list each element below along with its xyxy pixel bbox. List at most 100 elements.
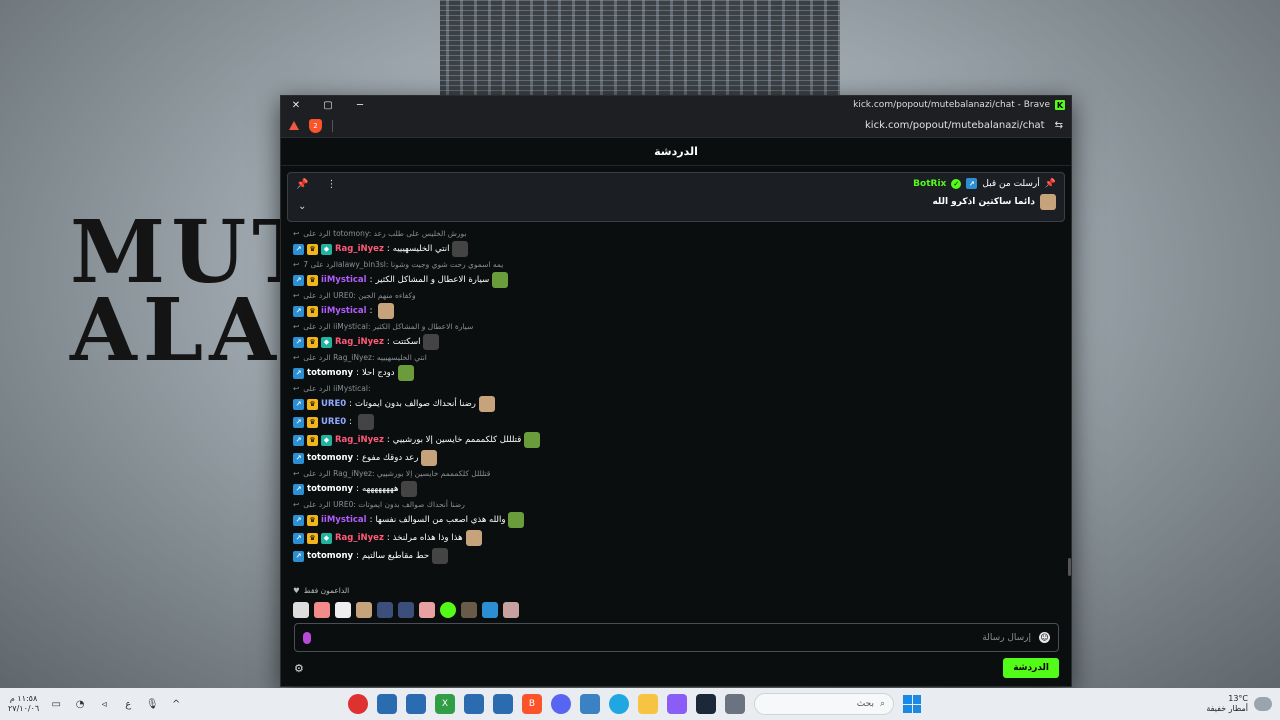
emote-image[interactable] — [461, 602, 477, 618]
language-indicator[interactable]: ع — [121, 697, 135, 711]
reply-context[interactable]: ↩ الرد على URE0: وكفاءه منهم الجين — [293, 289, 1053, 302]
chat-header: الدردشة — [281, 138, 1071, 166]
message-input-placeholder[interactable]: إرسال رسالة — [311, 633, 1039, 643]
chat-message[interactable]: ↗ ♛ iiMystical: والله هذي اصعب من السوالف ن… — [293, 511, 1053, 529]
brave-rewards-icon[interactable] — [289, 121, 299, 130]
app-icon[interactable] — [377, 694, 397, 714]
reply-context[interactable]: ↩ الرد على iiMystical: — [293, 382, 1053, 395]
supporters-label: الداعمون فقط — [303, 586, 350, 595]
reply-icon: ↩ — [293, 384, 300, 393]
emote-image[interactable] — [335, 602, 351, 618]
clock-date: ٢٧/١٠/٠٦ — [8, 704, 40, 713]
unpin-icon[interactable]: 📌 — [296, 179, 308, 190]
bot-badge-icon: ↗ — [966, 178, 978, 189]
emote-image[interactable] — [398, 602, 414, 618]
microphone-icon[interactable]: 🎙 — [145, 697, 159, 711]
chat-username[interactable]: Rag_iNyez — [335, 533, 384, 543]
reply-context[interactable]: ↩ الرد على iiMystical: سيارة الاعطال و ال… — [293, 320, 1053, 333]
microphone-icon[interactable] — [303, 631, 311, 644]
app-icon[interactable] — [406, 694, 426, 714]
app-icon[interactable] — [667, 694, 687, 714]
chat-message[interactable]: ↗ ♛ iiMystical: — [293, 302, 1053, 320]
chat-message[interactable]: ↗ ♛ ◆ Rag_iNyez: قتلللل كلكمممم خايسين إلا ب… — [293, 431, 1053, 449]
maximize-icon[interactable]: ▢ — [321, 98, 335, 112]
wifi-icon[interactable]: ◔ — [73, 697, 87, 711]
clock-time: ١١:٥٨ م — [9, 694, 38, 703]
brave-shield-icon[interactable]: 2 — [309, 118, 322, 133]
xbox-icon[interactable]: X — [435, 694, 455, 714]
site-settings-icon[interactable]: ⇆ — [1055, 120, 1063, 131]
battery-icon[interactable]: ▭ — [49, 697, 63, 711]
chat-username[interactable]: totomony — [307, 551, 353, 561]
chat-username[interactable]: iiMystical — [321, 275, 367, 285]
chat-username[interactable]: URE0 — [321, 417, 346, 427]
chevron-down-icon[interactable]: ⌄ — [298, 201, 306, 212]
emote-image[interactable] — [314, 602, 330, 618]
app-icon[interactable] — [493, 694, 513, 714]
chat-message[interactable]: ↗ ♛ iiMystical: سيارة الاعطال و المشاكل الك… — [293, 271, 1053, 289]
chat-username[interactable]: Rag_iNyez — [335, 337, 384, 347]
chat-username[interactable]: totomony — [307, 453, 353, 463]
chat-message[interactable]: ↗ totomony: رعد دوقك مفوع — [293, 449, 1053, 467]
url-text[interactable]: kick.com/popout/mutebalanazi/chat — [865, 120, 1045, 131]
chat-message[interactable]: ↗ totomony: دودج احلا — [293, 364, 1053, 382]
store-icon[interactable] — [580, 694, 600, 714]
chevron-up-icon[interactable]: ^ — [169, 697, 183, 711]
colon-separator: : — [349, 417, 353, 427]
emote-image[interactable] — [419, 602, 435, 618]
chat-message[interactable]: ↗ ♛ ◆ Rag_iNyez: انتي الخليسهيييه — [293, 240, 1053, 258]
close-icon[interactable]: ✕ — [289, 98, 303, 112]
emote-image — [401, 481, 418, 497]
discord-icon[interactable] — [551, 694, 571, 714]
clock[interactable]: ١١:٥٨ م ٢٧/١٠/٠٦ — [8, 694, 39, 714]
weather-widget[interactable]: 13°C أمطار خفيفة — [1206, 688, 1272, 720]
emote-image[interactable] — [482, 602, 498, 618]
chat-username[interactable]: Rag_iNyez — [335, 435, 384, 445]
volume-icon[interactable]: ◃ — [97, 697, 111, 711]
app-icon[interactable] — [348, 694, 368, 714]
reply-context[interactable]: ↩ الرد على URE0: رضنا أنحداك صوالف بدون ا… — [293, 498, 1053, 511]
chat-username[interactable]: iiMystical — [321, 515, 367, 525]
moderator-badge-icon: ↗ — [293, 243, 304, 255]
steam-icon[interactable] — [696, 694, 716, 714]
emoji-picker-icon[interactable]: ☺ — [1039, 632, 1050, 643]
reply-context[interactable]: ↩ الرد على Rag_iNyez: انتي الخليسهيييه — [293, 351, 1053, 364]
gear-icon[interactable]: ⚙ — [294, 662, 304, 675]
message-input[interactable]: ☺ إرسال رسالة — [294, 623, 1059, 652]
pinned-username[interactable]: BotRix — [913, 179, 946, 189]
edge-icon[interactable] — [609, 694, 629, 714]
emote-image[interactable] — [503, 602, 519, 618]
search-input[interactable]: ⌕ بحث — [754, 693, 894, 715]
emote-image[interactable] — [293, 602, 309, 618]
app-icon[interactable] — [464, 694, 484, 714]
chat-message[interactable]: ↗ ♛ URE0: رضنا أنحداك صوالف بدون ايموتات — [293, 395, 1053, 413]
emote-image[interactable] — [440, 602, 456, 618]
minimize-icon[interactable]: ─ — [353, 98, 367, 112]
chat-username[interactable]: totomony — [307, 484, 353, 494]
chat-username[interactable]: URE0 — [321, 399, 346, 409]
reply-context[interactable]: ↩ الرد على 7alawy_bin3sl: يمه اسموي رحت ش… — [293, 258, 1053, 271]
send-chat-button[interactable]: الدردشة — [1003, 658, 1059, 678]
chat-message[interactable]: ↗ ♛ ◆ Rag_iNyez: اسكتتت — [293, 333, 1053, 351]
app-icon[interactable] — [725, 694, 745, 714]
chat-message[interactable]: ↗ totomony: ههههههههه — [293, 480, 1053, 498]
chat-message[interactable]: ↗ ♛ ◆ Rag_iNyez: هذا وذا هذاه مرلنخذ — [293, 529, 1053, 547]
more-options-icon[interactable]: ⋮ — [326, 179, 336, 190]
colon-separator: : — [386, 435, 390, 445]
start-menu-icon[interactable] — [903, 695, 921, 713]
moderator-badge-icon: ↗ — [293, 416, 304, 428]
scrollbar[interactable] — [1068, 558, 1071, 576]
chat-username[interactable]: totomony — [307, 368, 353, 378]
chat-message[interactable]: ↗ totomony: حط مقاطيع سالتيم — [293, 547, 1053, 565]
pinned-message[interactable]: 📌 أرسلت من قبل ↗ ✓ BotRix دائما ساكتين ا… — [287, 172, 1065, 222]
chat-username[interactable]: iiMystical — [321, 306, 367, 316]
emote-image[interactable] — [356, 602, 372, 618]
reply-context[interactable]: ↩ الرد على Rag_iNyez: قتلللل كلكمممم خايس… — [293, 467, 1053, 480]
chat-username[interactable]: Rag_iNyez — [335, 244, 384, 254]
reply-context[interactable]: ↩ الرد على totomony: بورش الخليس على طلب … — [293, 227, 1053, 240]
chat-message[interactable]: ↗ ♛ URE0: — [293, 413, 1053, 431]
reply-icon: ↩ — [293, 469, 300, 478]
emote-image[interactable] — [377, 602, 393, 618]
brave-icon[interactable]: B — [522, 694, 542, 714]
folder-icon[interactable] — [638, 694, 658, 714]
